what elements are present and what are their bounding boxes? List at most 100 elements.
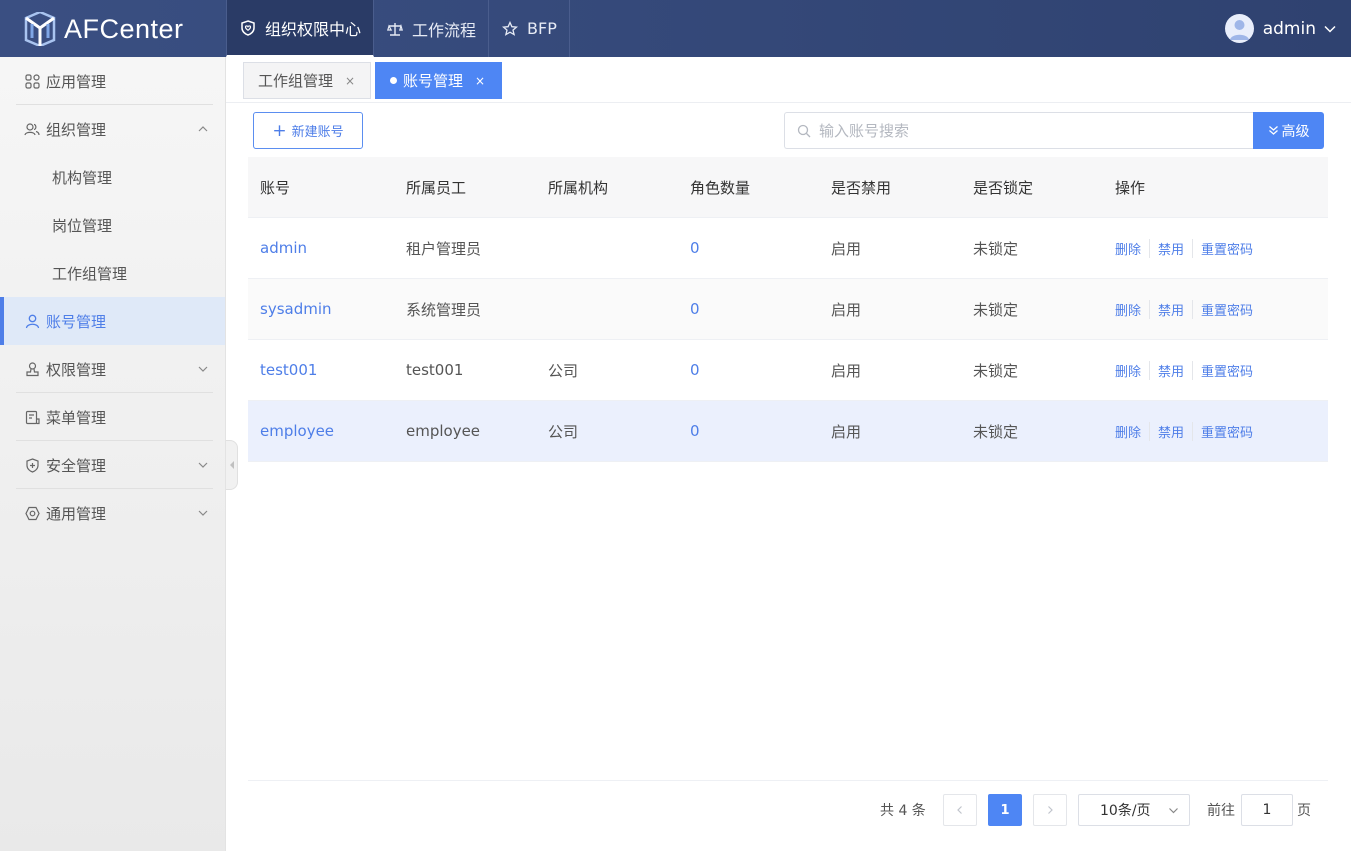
table-row[interactable]: employee employee 公司 0 启用 未锁定 删除 禁用 重置密码 — [248, 401, 1328, 462]
page-size-value: 10条/页 — [1100, 803, 1151, 819]
top-nav: 组织权限中心 工作流程 BFP — [226, 0, 570, 57]
advanced-search-button[interactable]: 高级 — [1253, 112, 1324, 149]
account-link[interactable]: admin — [248, 239, 394, 257]
close-icon[interactable]: × — [345, 74, 355, 88]
topnav-label: BFP — [527, 19, 557, 38]
column-header: 角色数量 — [690, 178, 751, 197]
prev-page-button[interactable] — [943, 794, 977, 826]
column-header: 操作 — [1115, 178, 1146, 197]
account-link[interactable]: test001 — [248, 361, 394, 379]
total-count: 共 4 条 — [880, 803, 926, 819]
reset-password-button[interactable]: 重置密码 — [1192, 421, 1261, 441]
topnav-workflow[interactable]: 工作流程 — [374, 0, 490, 57]
table-header: 账号 所属员工 所属机构 角色数量 是否禁用 是否锁定 操作 — [248, 157, 1328, 218]
app-logo[interactable]: AFCenter — [24, 12, 184, 46]
topnav-label: 工作流程 — [412, 20, 477, 40]
sidebar-item-position-management[interactable]: 岗位管理 — [0, 201, 225, 249]
table-row[interactable]: sysadmin 系统管理员 0 启用 未锁定 删除 禁用 重置密码 — [248, 279, 1328, 340]
role-count-link[interactable]: 0 — [678, 239, 819, 257]
tab-account-management[interactable]: 账号管理 × — [375, 62, 502, 99]
chevron-left-icon — [957, 806, 962, 814]
user-name: admin — [1262, 18, 1316, 39]
disable-button[interactable]: 禁用 — [1149, 360, 1192, 380]
tab-bar: 工作组管理 × 账号管理 × — [226, 57, 1351, 103]
locked-cell: 未锁定 — [973, 300, 1019, 319]
user-menu[interactable]: admin — [1224, 14, 1337, 43]
sidebar-item-workgroup-management[interactable]: 工作组管理 — [0, 249, 225, 297]
disabled-cell: 启用 — [831, 422, 862, 441]
row-actions: 删除 禁用 重置密码 — [1103, 238, 1328, 258]
topnav-bfp[interactable]: BFP — [489, 0, 570, 57]
sidebar-item-label: 账号管理 — [46, 312, 107, 331]
afcenter-logo-icon — [24, 12, 56, 46]
sidebar-item-account-management[interactable]: 账号管理 — [0, 297, 225, 345]
role-count-link[interactable]: 0 — [678, 300, 819, 318]
role-count-link[interactable]: 0 — [678, 422, 819, 440]
next-page-button[interactable] — [1033, 794, 1067, 826]
tab-workgroup-management[interactable]: 工作组管理 × — [243, 62, 371, 99]
goto-page-input[interactable] — [1241, 794, 1293, 826]
sidebar-item-security-management[interactable]: 安全管理 — [0, 441, 225, 489]
sidebar-collapse-handle[interactable] — [226, 440, 238, 490]
sidebar-item-org-management[interactable]: 组织管理 — [0, 105, 225, 153]
account-search[interactable] — [784, 112, 1254, 149]
employee-cell: employee — [406, 422, 481, 440]
disabled-cell: 启用 — [831, 300, 862, 319]
sidebar-item-label: 安全管理 — [46, 456, 107, 475]
column-header: 账号 — [260, 178, 291, 197]
sidebar-item-permission-management[interactable]: 权限管理 — [0, 345, 225, 393]
sidebar-item-general-management[interactable]: 通用管理 — [0, 489, 225, 537]
grid-icon — [24, 73, 40, 89]
locked-cell: 未锁定 — [973, 361, 1019, 380]
top-header: AFCenter 组织权限中心 工作流程 BFP admin — [0, 0, 1351, 57]
locked-cell: 未锁定 — [973, 422, 1019, 441]
row-actions: 删除 禁用 重置密码 — [1103, 299, 1328, 319]
active-dot-icon — [390, 77, 397, 84]
reset-password-button[interactable]: 重置密码 — [1192, 360, 1261, 380]
delete-button[interactable]: 删除 — [1115, 361, 1149, 380]
user-icon — [24, 313, 40, 329]
users-icon — [24, 121, 40, 137]
search-icon — [797, 124, 811, 137]
locked-cell: 未锁定 — [973, 239, 1019, 258]
table-row[interactable]: test001 test001 公司 0 启用 未锁定 删除 禁用 重置密码 — [248, 340, 1328, 401]
accounts-table: 账号 所属员工 所属机构 角色数量 是否禁用 是否锁定 操作 admin 租户管… — [248, 157, 1328, 462]
page-size-select[interactable]: 10条/页 — [1078, 794, 1190, 826]
tab-label: 工作组管理 — [258, 72, 334, 90]
plus-icon: + — [272, 120, 287, 141]
topnav-org-permission[interactable]: 组织权限中心 — [226, 0, 375, 57]
delete-button[interactable]: 删除 — [1115, 422, 1149, 441]
goto-prefix: 前往 — [1207, 803, 1235, 819]
reset-password-button[interactable]: 重置密码 — [1192, 238, 1261, 258]
app-name: AFCenter — [64, 13, 184, 44]
reset-password-button[interactable]: 重置密码 — [1192, 299, 1261, 319]
sidebar-item-institution-management[interactable]: 机构管理 — [0, 153, 225, 201]
employee-cell: 租户管理员 — [406, 239, 482, 258]
close-icon[interactable]: × — [475, 74, 485, 88]
sidebar-item-menu-management[interactable]: 菜单管理 — [0, 393, 225, 441]
disable-button[interactable]: 禁用 — [1149, 421, 1192, 441]
disabled-cell: 启用 — [831, 239, 862, 258]
employee-cell: test001 — [406, 361, 464, 379]
org-cell: 公司 — [548, 422, 579, 441]
scale-icon — [386, 20, 404, 38]
account-link[interactable]: employee — [248, 422, 394, 440]
table-row[interactable]: admin 租户管理员 0 启用 未锁定 删除 禁用 重置密码 — [248, 218, 1328, 279]
org-cell: 公司 — [548, 361, 579, 380]
employee-cell: 系统管理员 — [406, 300, 482, 319]
account-link[interactable]: sysadmin — [248, 300, 394, 318]
tab-label: 账号管理 — [403, 72, 464, 90]
disabled-cell: 启用 — [831, 361, 862, 380]
pagination-divider — [248, 780, 1328, 781]
page-number-button[interactable]: 1 — [988, 794, 1022, 826]
search-input[interactable] — [819, 121, 1239, 140]
stamp-icon — [24, 361, 40, 377]
sidebar-item-app-management[interactable]: 应用管理 — [0, 57, 225, 105]
column-header: 是否锁定 — [973, 178, 1034, 197]
role-count-link[interactable]: 0 — [678, 361, 819, 379]
disable-button[interactable]: 禁用 — [1149, 238, 1192, 258]
delete-button[interactable]: 删除 — [1115, 239, 1149, 258]
new-account-button[interactable]: + 新建账号 — [253, 112, 363, 149]
delete-button[interactable]: 删除 — [1115, 300, 1149, 319]
disable-button[interactable]: 禁用 — [1149, 299, 1192, 319]
